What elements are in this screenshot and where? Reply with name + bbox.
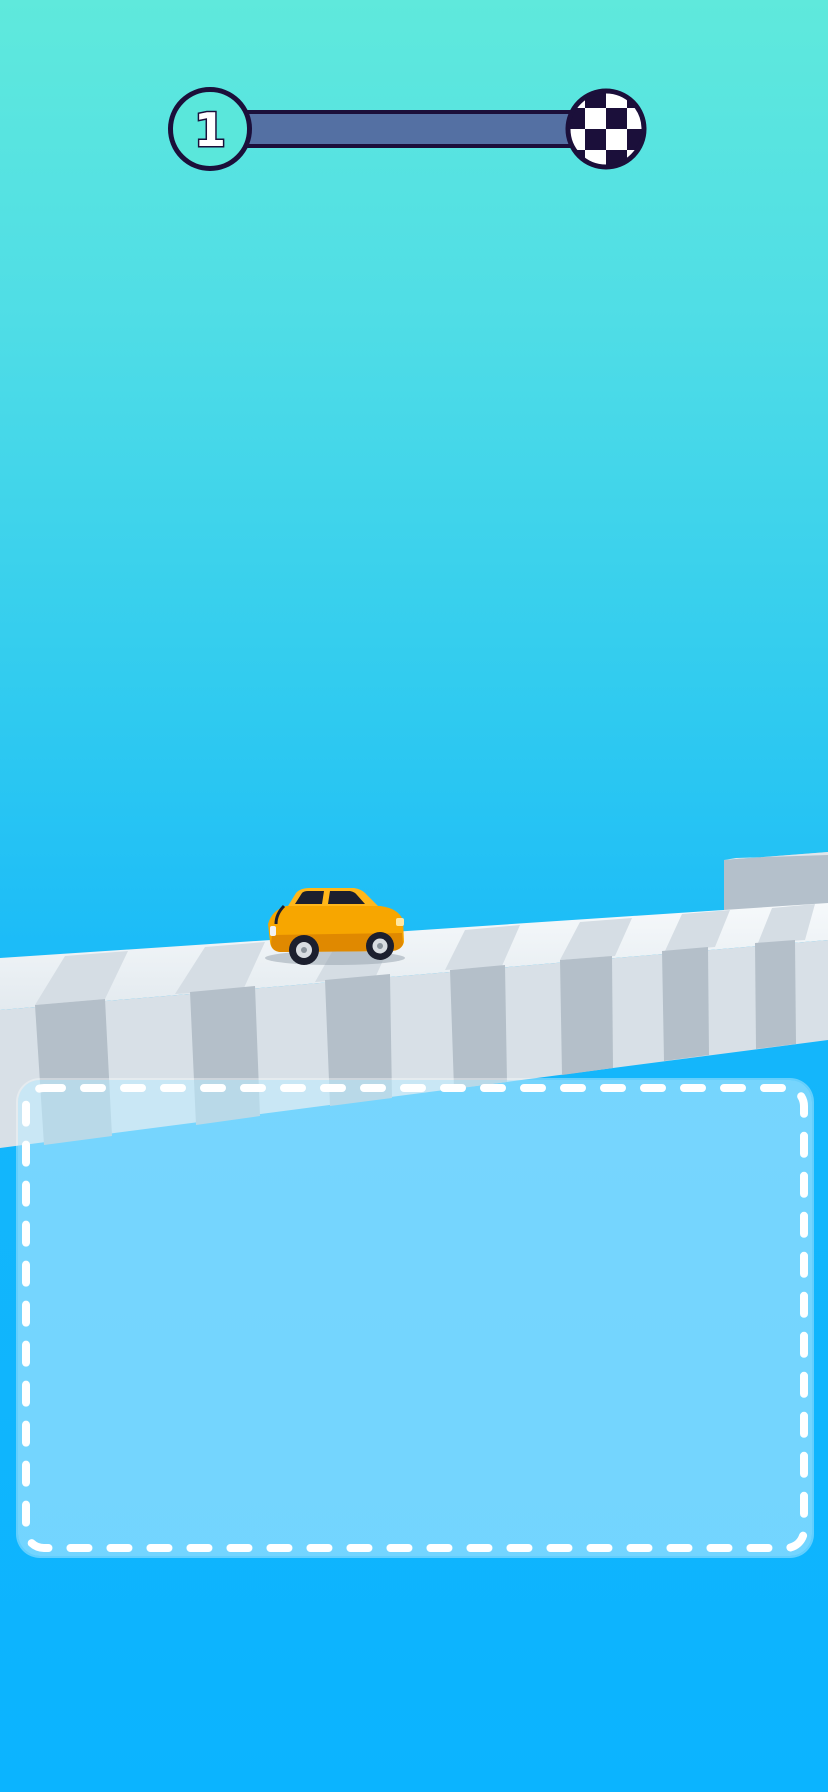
yellow-car xyxy=(265,888,405,965)
level-number: 1 xyxy=(192,102,227,159)
checkered-flag-icon xyxy=(564,87,648,171)
drawing-area[interactable] xyxy=(18,1080,812,1556)
level-badge: 1 xyxy=(168,87,252,171)
dashed-border xyxy=(22,1084,808,1552)
progress-track xyxy=(228,110,604,148)
level-progress: 1 xyxy=(168,87,648,171)
game-scene: 1 xyxy=(0,0,828,1792)
